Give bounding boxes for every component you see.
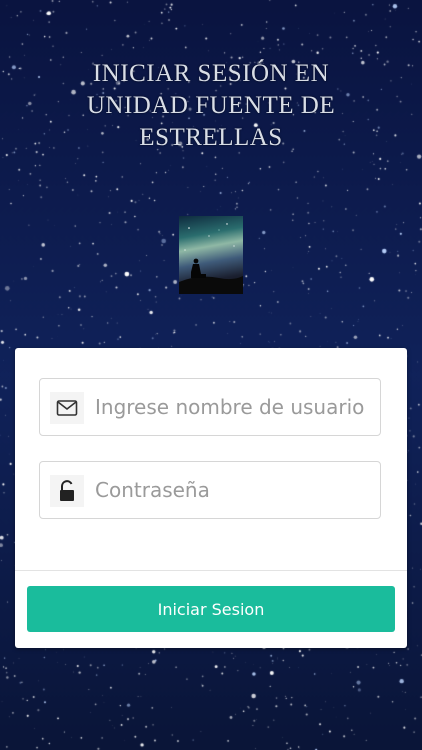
title-line: UNIDAD FUENTE DE [86,92,336,119]
username-field[interactable] [39,378,381,436]
envelope-icon [50,392,84,424]
password-input[interactable] [95,462,375,518]
card-divider [15,570,407,571]
title-line: INICIAR SESIÓN EN [92,60,330,87]
page-title: INICIAR SESIÓN EN UNIDAD FUENTE DE ESTRE… [40,58,382,154]
login-card: Iniciar Sesion [15,348,407,648]
unlock-icon [50,475,84,507]
title-line: ESTRELLAS [139,124,283,151]
password-field[interactable] [39,461,381,519]
username-input[interactable] [95,379,375,435]
silhouette-icon [179,223,243,294]
app-logo [179,216,243,294]
login-button[interactable]: Iniciar Sesion [27,586,395,632]
